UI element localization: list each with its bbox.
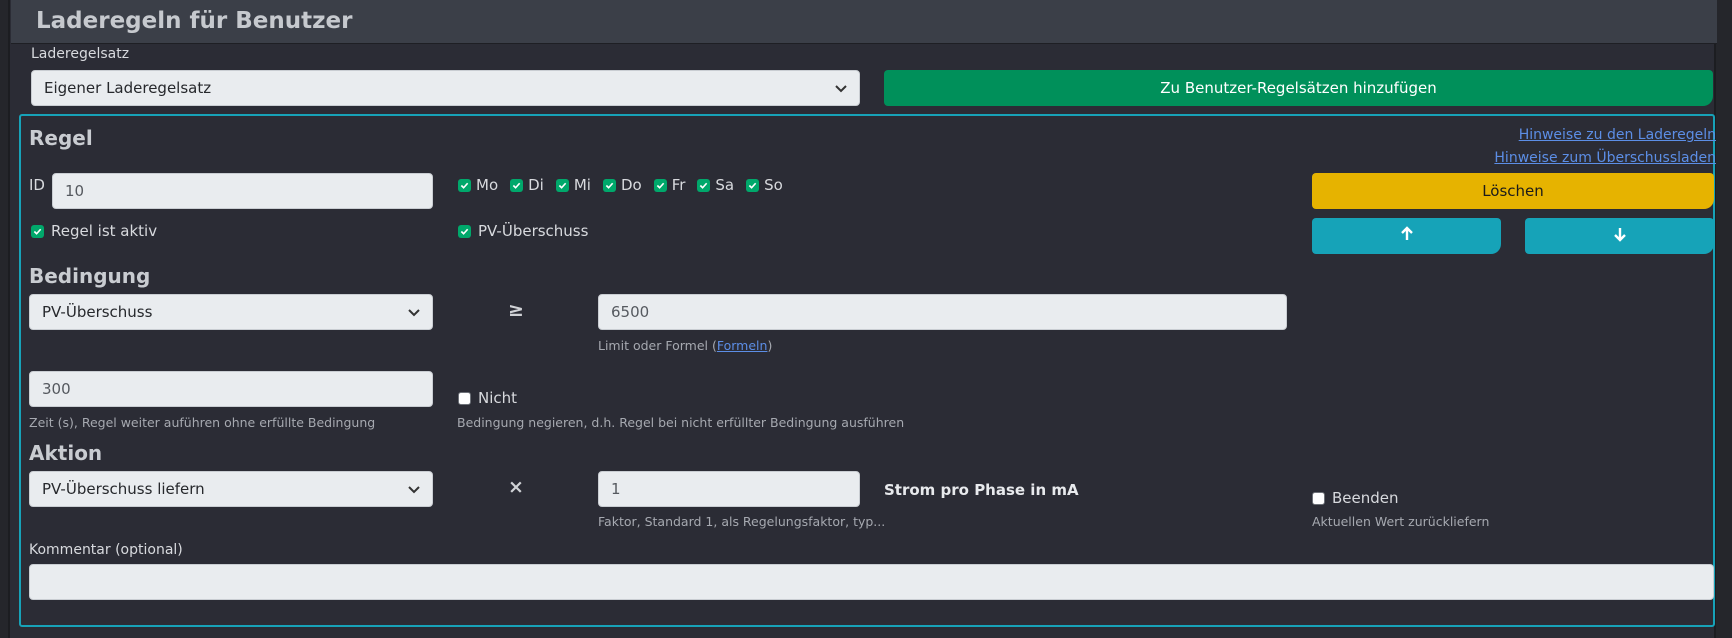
comment-input[interactable]: [29, 564, 1714, 600]
weekday-label: Sa: [715, 176, 735, 194]
checkbox-checked-icon: [653, 178, 667, 192]
ruleset-select-value: Eigener Laderegelsatz: [44, 79, 212, 97]
id-input[interactable]: 10: [52, 173, 433, 209]
action-factor-help: Faktor, Standard 1, als Regelungsfaktor,…: [598, 514, 886, 529]
arrow-up-icon: [1400, 226, 1414, 246]
weekday-label: Do: [620, 176, 642, 194]
weekday-checkbox[interactable]: Mi: [555, 176, 591, 194]
condition-limit-help: Limit oder Formel (Formeln): [598, 338, 772, 353]
condition-time-help: Zeit (s), Regel weiter auführen ohne erf…: [29, 415, 376, 430]
add-to-user-rulesets-button[interactable]: Zu Benutzer-Regelsätzen hinzufügen: [884, 70, 1713, 106]
negate-checkbox[interactable]: Nicht: [458, 389, 517, 407]
weekday-checkbox[interactable]: So: [746, 176, 783, 194]
rule-section-title: Regel: [29, 126, 93, 150]
action-section-title: Aktion: [29, 441, 103, 465]
condition-limit-help-end: ): [767, 338, 773, 353]
action-type-select[interactable]: PV-Überschuss liefern: [29, 471, 433, 507]
weekday-label: So: [764, 176, 783, 194]
action-unit-label: Strom pro Phase in mA: [884, 481, 1079, 499]
formulas-link[interactable]: Formeln: [717, 338, 768, 353]
condition-type-select[interactable]: PV-Überschuss: [29, 294, 433, 330]
checkbox-checked-icon: [458, 224, 471, 238]
weekday-checkbox[interactable]: Mo: [458, 176, 498, 194]
checkbox-checked-icon: [510, 178, 524, 192]
weekday-checkbox[interactable]: Di: [510, 176, 544, 194]
weekday-checkbox[interactable]: Fr: [653, 176, 686, 194]
page-header: Laderegeln für Benutzer: [11, 0, 1717, 44]
condition-section-title: Bedingung: [29, 264, 151, 288]
rule-active-checkbox[interactable]: Regel ist aktiv: [31, 222, 157, 240]
checkbox-checked-icon: [602, 178, 616, 192]
chevron-down-icon: [402, 301, 426, 325]
pv-surplus-checkbox[interactable]: PV-Überschuss: [458, 222, 588, 240]
move-up-button[interactable]: [1312, 218, 1501, 254]
action-type-value: PV-Überschuss liefern: [42, 480, 205, 498]
action-operator: ×: [508, 476, 524, 498]
negate-help: Bedingung negieren, d.h. Regel bei nicht…: [457, 415, 905, 430]
delete-button-label: Löschen: [1482, 182, 1544, 200]
arrow-down-icon: [1613, 226, 1627, 246]
checkbox-checked-icon: [458, 178, 471, 192]
weekday-label: Mi: [573, 176, 591, 194]
rules-help-link[interactable]: Hinweise zu den Laderegeln: [1519, 127, 1716, 143]
add-to-user-rulesets-label: Zu Benutzer-Regelsätzen hinzufügen: [1160, 79, 1437, 97]
checkbox-checked-icon: [555, 178, 569, 192]
ruleset-label: Laderegelsatz: [31, 46, 130, 62]
finish-label: Beenden: [1332, 489, 1399, 507]
finish-checkbox[interactable]: Beenden: [1312, 489, 1399, 507]
checkbox-unchecked-icon: [458, 391, 471, 405]
ruleset-select[interactable]: Eigener Laderegelsatz: [31, 70, 860, 106]
chevron-down-icon: [829, 77, 853, 101]
action-factor-value: 1: [611, 480, 621, 498]
action-factor-input[interactable]: 1: [598, 471, 860, 507]
surplus-help-link[interactable]: Hinweise zum Überschussladen: [1494, 150, 1716, 166]
weekday-checkbox[interactable]: Sa: [697, 176, 734, 194]
page-title: Laderegeln für Benutzer: [36, 8, 353, 34]
id-label: ID: [29, 176, 45, 194]
checkbox-unchecked-icon: [1312, 491, 1325, 505]
condition-operator: ≥: [508, 299, 524, 321]
weekday-checkbox[interactable]: Do: [602, 176, 642, 194]
condition-limit-help-text: Limit oder Formel (: [598, 338, 717, 353]
condition-limit-input[interactable]: 6500: [598, 294, 1287, 330]
checkbox-checked-icon: [697, 178, 711, 192]
rule-active-label: Regel ist aktiv: [51, 222, 158, 240]
move-down-button[interactable]: [1525, 218, 1714, 254]
pv-surplus-label: PV-Überschuss: [478, 222, 589, 240]
condition-time-input[interactable]: 300: [29, 371, 433, 407]
checkbox-checked-icon: [31, 224, 44, 238]
comment-label: Kommentar (optional): [29, 542, 183, 558]
checkbox-checked-icon: [746, 178, 760, 192]
condition-limit-value: 6500: [611, 303, 650, 321]
chevron-down-icon: [402, 478, 426, 502]
weekday-label: Fr: [671, 176, 686, 194]
delete-button[interactable]: Löschen: [1312, 173, 1714, 209]
weekday-label: Di: [528, 176, 544, 194]
finish-help: Aktuellen Wert zurückliefern: [1312, 514, 1490, 529]
weekday-label: Mo: [476, 176, 499, 194]
id-input-value: 10: [65, 182, 85, 200]
condition-type-value: PV-Überschuss: [42, 303, 153, 321]
negate-label: Nicht: [478, 389, 518, 407]
weekday-checkboxes: Mo Di Mi Do Fr Sa So: [458, 176, 795, 194]
condition-time-value: 300: [42, 380, 71, 398]
